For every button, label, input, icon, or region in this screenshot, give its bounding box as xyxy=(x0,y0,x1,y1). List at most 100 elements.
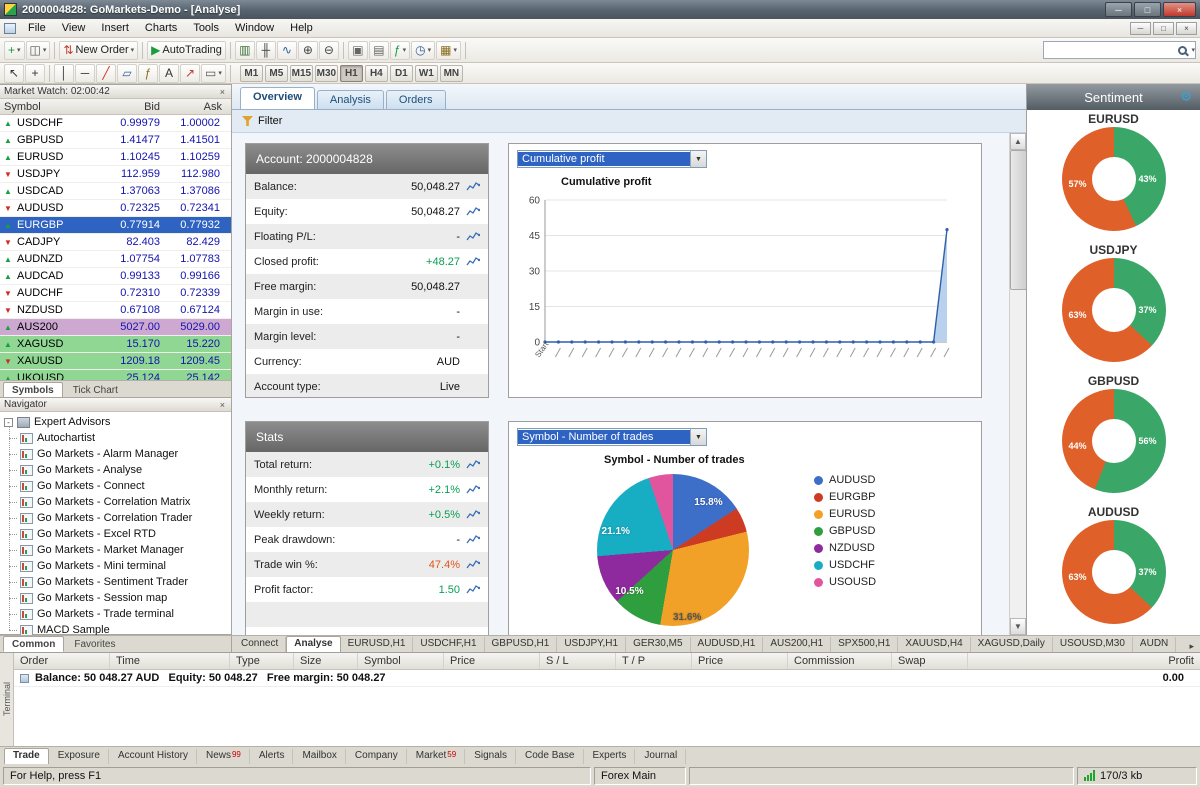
market-watch-tab-symbols[interactable]: Symbols xyxy=(3,382,63,398)
vertical-line-tool[interactable]: │ xyxy=(54,64,74,83)
chart-tab-audn[interactable]: AUDN xyxy=(1133,637,1176,652)
restore-button[interactable]: □ xyxy=(1134,2,1161,17)
chart-tab-audusd-h1[interactable]: AUDUSD,H1 xyxy=(691,637,764,652)
cascade-windows-button[interactable]: ▣ xyxy=(348,41,368,60)
terminal-tab-journal[interactable]: Journal xyxy=(636,749,686,764)
chart-tab-spx500-h1[interactable]: SPX500,H1 xyxy=(831,637,898,652)
new-chart-button[interactable]: +▾ xyxy=(4,41,25,60)
terminal-column-tp[interactable]: T / P xyxy=(616,653,692,669)
mdi-minimize-button[interactable]: ─ xyxy=(1130,22,1151,35)
menu-insert[interactable]: Insert xyxy=(93,20,137,36)
timeframe-w1[interactable]: W1 xyxy=(415,65,438,82)
navigator-item[interactable]: Go Markets - Sentiment Trader xyxy=(0,574,231,590)
navigator-item[interactable]: Go Markets - Session map xyxy=(0,590,231,606)
line-chart-button[interactable]: ∿ xyxy=(277,41,297,60)
navigator-tab-favorites[interactable]: Favorites xyxy=(65,636,124,652)
filter-icon[interactable] xyxy=(242,116,253,126)
navigator-item[interactable]: Go Markets - Market Manager xyxy=(0,542,231,558)
chart-tab-xauusd-h4[interactable]: XAUUSD,H4 xyxy=(898,637,970,652)
chart-tab-ger30-m5[interactable]: GER30,M5 xyxy=(626,637,690,652)
navigator-item[interactable]: Go Markets - Correlation Matrix xyxy=(0,494,231,510)
mini-chart-icon[interactable] xyxy=(466,231,480,242)
chart-tab-usousd-m30[interactable]: USOUSD,M30 xyxy=(1053,637,1133,652)
market-watch-row[interactable]: ▲EURUSD1.102451.10259 xyxy=(0,149,231,166)
market-watch-row[interactable]: ▲USDCAD1.370631.37086 xyxy=(0,183,231,200)
crosshair-tool[interactable]: + xyxy=(25,64,45,83)
navigator-item[interactable]: MACD Sample xyxy=(0,622,231,636)
market-watch-row[interactable]: ▼XAUUSD1209.181209.45 xyxy=(0,353,231,370)
mdi-document-icon[interactable] xyxy=(4,23,16,34)
fibonacci-tool[interactable]: ƒ xyxy=(138,64,158,83)
mini-chart-icon[interactable] xyxy=(466,256,480,267)
zoom-out-button[interactable]: ⊖ xyxy=(319,41,339,60)
chart-tab-usdchf-h1[interactable]: USDCHF,H1 xyxy=(413,637,484,652)
chart-tab-usdjpy-h1[interactable]: USDJPY,H1 xyxy=(557,637,626,652)
market-watch-row[interactable]: ▲AUDNZD1.077541.07783 xyxy=(0,251,231,268)
timeframe-d1[interactable]: D1 xyxy=(390,65,413,82)
timeframe-m5[interactable]: M5 xyxy=(265,65,288,82)
bar-chart-button[interactable]: ▥ xyxy=(235,41,255,60)
navigator-item[interactable]: Go Markets - Connect xyxy=(0,478,231,494)
templates-button[interactable]: ▦▾ xyxy=(436,41,461,60)
timeframe-mn[interactable]: MN xyxy=(440,65,463,82)
terminal-tab-code-base[interactable]: Code Base xyxy=(517,749,583,764)
terminal-column-commission[interactable]: Commission xyxy=(788,653,892,669)
mini-chart-icon[interactable] xyxy=(466,509,480,520)
arrow-tool[interactable]: ↗ xyxy=(180,64,200,83)
mini-chart-icon[interactable] xyxy=(466,559,480,570)
trendline-tool[interactable]: ╱ xyxy=(96,64,116,83)
search-icon[interactable] xyxy=(1178,46,1187,55)
market-watch-row[interactable]: ▼AUDUSD0.723250.72341 xyxy=(0,200,231,217)
navigator-close-icon[interactable]: × xyxy=(218,400,227,410)
chevron-down-icon[interactable]: ▼ xyxy=(690,151,706,167)
mdi-close-button[interactable]: × xyxy=(1176,22,1197,35)
menu-help[interactable]: Help xyxy=(282,20,321,36)
gear-icon[interactable]: ⚙ xyxy=(1180,89,1192,105)
chart-tab-eurusd-h1[interactable]: EURUSD,H1 xyxy=(341,637,414,652)
market-watch-row[interactable]: ▼AUDCHF0.723100.72339 xyxy=(0,285,231,302)
pie-selector-combo[interactable]: Symbol - Number of trades ▼ xyxy=(517,428,707,446)
scroll-down-arrow[interactable]: ▼ xyxy=(1010,618,1026,635)
mini-chart-icon[interactable] xyxy=(466,534,480,545)
scrollbar-thumb[interactable] xyxy=(1010,150,1026,290)
mdi-restore-button[interactable]: □ xyxy=(1153,22,1174,35)
candlestick-button[interactable]: ╫ xyxy=(256,41,276,60)
market-watch-row[interactable]: ▲GBPUSD1.414771.41501 xyxy=(0,132,231,149)
terminal-tab-exposure[interactable]: Exposure xyxy=(50,749,109,764)
zoom-in-button[interactable]: ⊕ xyxy=(298,41,318,60)
navigator-item[interactable]: Go Markets - Alarm Manager xyxy=(0,446,231,462)
chart-tab-xagusd-daily[interactable]: XAGUSD,Daily xyxy=(971,637,1053,652)
chart-tab-aus200-h1[interactable]: AUS200,H1 xyxy=(763,637,831,652)
mini-chart-icon[interactable] xyxy=(466,584,480,595)
navigator-item[interactable]: Go Markets - Correlation Trader xyxy=(0,510,231,526)
column-bid[interactable]: Bid xyxy=(92,101,164,113)
menu-view[interactable]: View xyxy=(54,20,94,36)
terminal-tab-signals[interactable]: Signals xyxy=(466,749,516,764)
cursor-tool[interactable]: ↖ xyxy=(4,64,24,83)
market-watch-tab-tick-chart[interactable]: Tick Chart xyxy=(64,382,127,398)
horizontal-line-tool[interactable]: ─ xyxy=(75,64,95,83)
tile-windows-button[interactable]: ▤ xyxy=(369,41,389,60)
mini-chart-icon[interactable] xyxy=(466,206,480,217)
navigator-item[interactable]: Go Markets - Analyse xyxy=(0,462,231,478)
terminal-tab-market[interactable]: Market59 xyxy=(408,749,465,764)
chart-tabs-scroll-right-icon[interactable]: ▸ xyxy=(1185,641,1198,652)
tab-overview[interactable]: Overview xyxy=(240,87,315,109)
navigator-item[interactable]: Go Markets - Trade terminal xyxy=(0,606,231,622)
market-watch-row[interactable]: ▲EURGBP0.779140.77932 xyxy=(0,217,231,234)
terminal-column-time[interactable]: Time xyxy=(110,653,230,669)
mini-chart-icon[interactable] xyxy=(466,181,480,192)
navigator-item[interactable]: Autochartist xyxy=(0,430,231,446)
column-symbol[interactable]: Symbol xyxy=(0,101,92,113)
chart-tab-gbpusd-h1[interactable]: GBPUSD,H1 xyxy=(485,637,558,652)
mini-chart-icon[interactable] xyxy=(466,484,480,495)
menu-window[interactable]: Window xyxy=(227,20,282,36)
terminal-tab-news[interactable]: News99 xyxy=(198,749,250,764)
chart-tab-connect[interactable]: Connect xyxy=(234,637,286,652)
navigator-tab-common[interactable]: Common xyxy=(3,636,64,652)
terminal-column-profit[interactable]: Profit xyxy=(968,653,1200,669)
mini-chart-icon[interactable] xyxy=(466,459,480,470)
new-order-button[interactable]: ⇅New Order▾ xyxy=(59,41,138,60)
timeframe-h1[interactable]: H1 xyxy=(340,65,363,82)
terminal-column-order[interactable]: Order xyxy=(14,653,110,669)
